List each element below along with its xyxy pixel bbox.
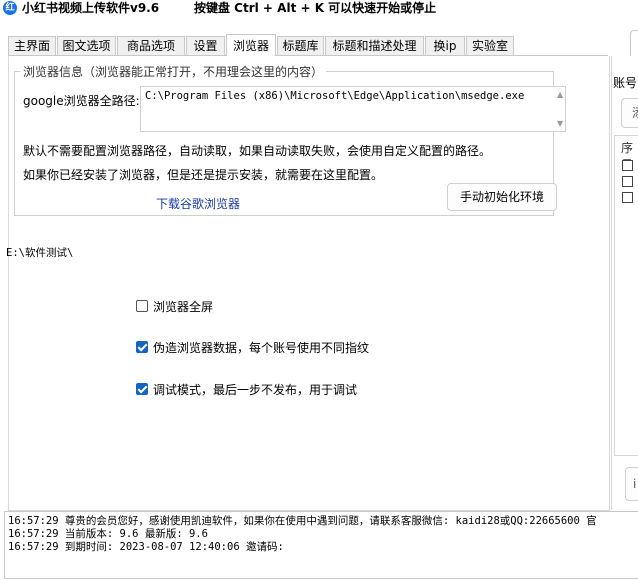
fullscreen-label: 浏览器全屏 xyxy=(153,299,214,314)
app-icon: 红 xyxy=(3,1,17,15)
browser-path-input[interactable]: C:\Program Files (x86)\Microsoft\Edge\Ap… xyxy=(140,86,566,132)
account-action-button[interactable]: i xyxy=(625,467,638,501)
browser-path-label: google浏览器全路径: xyxy=(23,94,140,108)
init-environment-button[interactable]: 手动初始化环境 xyxy=(447,183,557,211)
log-line: 16:57:29 尊贵的会员您好，感谢使用凯迪软件，如果你在使用中遇到问题，请联… xyxy=(8,515,597,527)
fake-fingerprint-checkbox[interactable] xyxy=(136,341,148,353)
scroll-down-icon[interactable]: ▼ xyxy=(557,119,563,128)
tab-title-library[interactable]: 标题库 xyxy=(277,36,324,55)
tab-title-desc[interactable]: 标题和描述处理 xyxy=(325,36,424,55)
fullscreen-checkbox[interactable] xyxy=(136,300,148,312)
tab-main[interactable]: 主界面 xyxy=(8,36,56,55)
account-label: 账号 xyxy=(613,76,638,90)
fake-fingerprint-option[interactable]: 伪造浏览器数据，每个账号使用不同指纹 xyxy=(136,339,369,355)
fake-fingerprint-label: 伪造浏览器数据，每个账号使用不同指纹 xyxy=(153,340,370,355)
download-chrome-link[interactable]: 下载谷歌浏览器 xyxy=(156,195,240,212)
account-row-checkbox[interactable] xyxy=(622,160,633,171)
add-account-button[interactable]: 添 xyxy=(621,98,638,128)
tab-browser[interactable]: 浏览器 xyxy=(226,34,276,56)
account-row-checkbox[interactable] xyxy=(622,192,633,203)
browser-note-install: 如果你已经安装了浏览器，但是还是提示安装，就需要在这里配置。 xyxy=(23,168,384,182)
tab-change-ip[interactable]: 换ip xyxy=(425,36,465,55)
browser-note-auto: 默认不需要配置浏览器路径，自动读取，如果自动读取失败，会使用自定义配置的路径。 xyxy=(23,144,492,158)
tab-settings[interactable]: 设置 xyxy=(186,36,225,55)
browser-info-legend: 浏览器信息（浏览器能正常打开，不用理会这里的内容） xyxy=(23,65,324,79)
log-output[interactable]: 16:57:29 尊贵的会员您好，感谢使用凯迪软件，如果你在使用中遇到问题，请联… xyxy=(4,511,638,579)
software-path-text: E:\软件测试\ xyxy=(6,247,74,259)
debug-mode-checkbox[interactable] xyxy=(136,383,148,395)
log-line: 16:57:29 到期时间: 2023-08-07 12:40:06 邀请码: xyxy=(8,541,284,553)
app-title: 小红书视频上传软件v9.6 xyxy=(22,1,160,15)
fullscreen-option[interactable]: 浏览器全屏 xyxy=(136,298,213,314)
hotkey-hint: 按键盘 Ctrl + Alt + K 可以快速开始或停止 xyxy=(194,1,437,15)
scroll-up-icon[interactable]: ▲ xyxy=(557,90,563,99)
log-line: 16:57:29 当前版本: 9.6 最新版: 9.6 xyxy=(8,528,208,540)
account-row-checkbox[interactable] xyxy=(622,176,633,187)
title-bar: 红 小红书视频上传软件v9.6 按键盘 Ctrl + Alt + K 可以快速开… xyxy=(0,0,638,22)
tab-lab[interactable]: 实验室 xyxy=(466,36,514,55)
tab-image-text[interactable]: 图文选项 xyxy=(57,36,116,55)
debug-mode-option[interactable]: 调试模式，最后一步不发布，用于调试 xyxy=(136,381,357,397)
debug-mode-label: 调试模式，最后一步不发布，用于调试 xyxy=(153,382,358,397)
tab-product[interactable]: 商品选项 xyxy=(117,36,185,55)
